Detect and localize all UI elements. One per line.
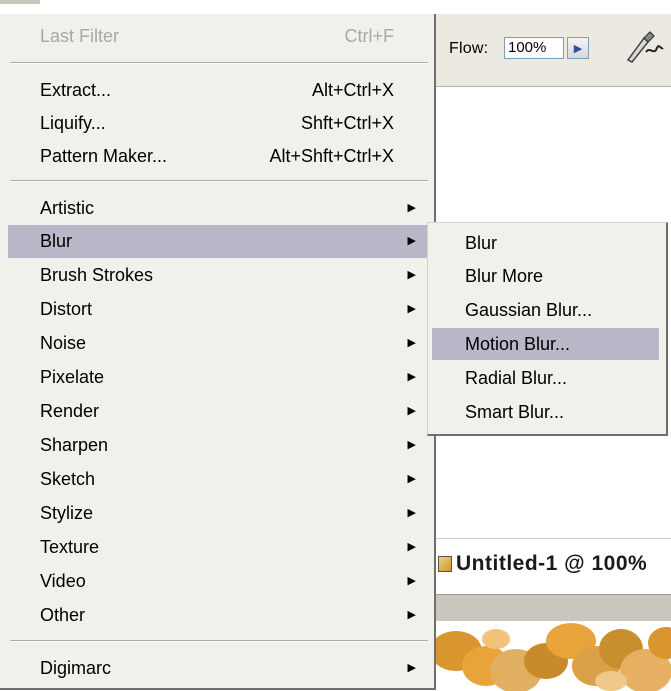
menu-item-label: Last Filter bbox=[40, 26, 120, 46]
flow-label: Flow: bbox=[449, 40, 489, 57]
menu-item-noise[interactable]: Noise ▶ bbox=[8, 327, 428, 360]
menu-item-shortcut: Shft+Ctrl+X bbox=[300, 113, 394, 133]
triangle-right-icon: ▶ bbox=[407, 473, 416, 485]
menu-item-digimarc[interactable]: Digimarc ▶ bbox=[8, 652, 428, 685]
menu-bar-accent bbox=[0, 0, 40, 4]
canvas-paint-strokes bbox=[436, 621, 671, 691]
menu-item-label: Pattern Maker... bbox=[40, 146, 168, 166]
triangle-right-icon: ▶ bbox=[407, 303, 416, 315]
menu-item-label: Liquify... bbox=[40, 113, 106, 133]
triangle-right-icon: ▶ bbox=[407, 202, 416, 214]
menu-item-liquify[interactable]: Liquify... Shft+Ctrl+X bbox=[8, 107, 428, 140]
menu-item-label: Pixelate bbox=[40, 367, 105, 387]
document-icon bbox=[438, 556, 452, 572]
menu-item-pixelate[interactable]: Pixelate ▶ bbox=[8, 361, 428, 394]
menu-item-render[interactable]: Render ▶ bbox=[8, 395, 428, 428]
menu-item-video[interactable]: Video ▶ bbox=[8, 565, 428, 598]
submenu-item-label: Radial Blur... bbox=[465, 368, 568, 388]
flyout-arrow-icon: ▶ bbox=[573, 42, 583, 55]
submenu-item-label: Gaussian Blur... bbox=[465, 300, 593, 320]
triangle-right-icon: ▶ bbox=[407, 507, 416, 519]
flow-input[interactable]: 100% bbox=[504, 37, 564, 59]
menu-item-sharpen[interactable]: Sharpen ▶ bbox=[8, 429, 428, 462]
submenu-item-label: Motion Blur... bbox=[465, 334, 571, 354]
menu-item-label: Noise bbox=[40, 333, 87, 353]
menu-item-blur[interactable]: Blur ▶ bbox=[8, 225, 428, 258]
airbrush-icon[interactable] bbox=[624, 28, 664, 64]
menu-item-label: Other bbox=[40, 605, 86, 625]
triangle-right-icon: ▶ bbox=[407, 609, 416, 621]
menu-separator bbox=[10, 62, 428, 64]
triangle-right-icon: ▶ bbox=[407, 405, 416, 417]
menu-item-stylize[interactable]: Stylize ▶ bbox=[8, 497, 428, 530]
menu-item-artistic[interactable]: Artistic ▶ bbox=[8, 192, 428, 225]
submenu-item-gaussian-blur[interactable]: Gaussian Blur... bbox=[432, 294, 659, 326]
menu-item-label: Video bbox=[40, 571, 86, 591]
triangle-right-icon: ▶ bbox=[407, 371, 416, 383]
menu-item-label: Stylize bbox=[40, 503, 94, 523]
document-toolbar bbox=[436, 594, 671, 622]
menu-item-distort[interactable]: Distort ▶ bbox=[8, 293, 428, 326]
triangle-right-icon: ▶ bbox=[407, 269, 416, 281]
menu-item-label: Blur bbox=[40, 231, 73, 251]
submenu-item-blur-more[interactable]: Blur More bbox=[432, 260, 659, 292]
submenu-item-motion-blur[interactable]: Motion Blur... bbox=[432, 328, 659, 360]
triangle-right-icon: ▶ bbox=[407, 541, 416, 553]
menu-item-texture[interactable]: Texture ▶ bbox=[8, 531, 428, 564]
submenu-item-label: Smart Blur... bbox=[465, 402, 565, 422]
canvas[interactable] bbox=[436, 621, 671, 691]
menu-item-label: Render bbox=[40, 401, 100, 421]
document-title: Untitled-1 @ 100% bbox=[456, 552, 648, 575]
menu-item-last-filter[interactable]: Last Filter Ctrl+F bbox=[8, 20, 428, 53]
menu-item-label: Texture bbox=[40, 537, 100, 557]
triangle-right-icon: ▶ bbox=[407, 439, 416, 451]
submenu-item-radial-blur[interactable]: Radial Blur... bbox=[432, 362, 659, 394]
menu-item-extract[interactable]: Extract... Alt+Ctrl+X bbox=[8, 74, 428, 107]
menu-item-label: Digimarc bbox=[40, 658, 112, 678]
submenu-item-label: Blur bbox=[465, 233, 498, 253]
flow-flyout-button[interactable]: ▶ bbox=[567, 37, 589, 59]
menu-item-label: Sketch bbox=[40, 469, 96, 489]
menu-item-other[interactable]: Other ▶ bbox=[8, 599, 428, 632]
triangle-right-icon: ▶ bbox=[407, 337, 416, 349]
menu-separator bbox=[10, 180, 428, 182]
menu-item-sketch[interactable]: Sketch ▶ bbox=[8, 463, 428, 496]
submenu-item-smart-blur[interactable]: Smart Blur... bbox=[432, 396, 659, 428]
triangle-right-icon: ▶ bbox=[407, 575, 416, 587]
triangle-right-icon: ▶ bbox=[407, 662, 416, 674]
menu-separator bbox=[10, 640, 428, 642]
menu-item-label: Distort bbox=[40, 299, 93, 319]
filter-menu: Last Filter Ctrl+F Extract... Alt+Ctrl+X… bbox=[0, 14, 436, 690]
menu-item-pattern-maker[interactable]: Pattern Maker... Alt+Shft+Ctrl+X bbox=[8, 140, 428, 173]
menu-item-label: Brush Strokes bbox=[40, 265, 154, 285]
menu-item-brush-strokes[interactable]: Brush Strokes ▶ bbox=[8, 259, 428, 292]
menu-item-label: Extract... bbox=[40, 80, 112, 100]
menu-item-label: Artistic bbox=[40, 198, 94, 218]
menu-item-label: Sharpen bbox=[40, 435, 109, 455]
menu-bar-strip bbox=[0, 0, 671, 14]
menu-item-shortcut: Alt+Ctrl+X bbox=[311, 80, 394, 100]
menu-item-shortcut: Ctrl+F bbox=[344, 26, 395, 46]
menu-item-shortcut: Alt+Shft+Ctrl+X bbox=[269, 146, 394, 166]
blur-submenu: Blur Blur More Gaussian Blur... Motion B… bbox=[427, 222, 668, 436]
triangle-right-icon: ▶ bbox=[407, 235, 416, 247]
submenu-item-blur[interactable]: Blur bbox=[432, 227, 659, 259]
submenu-item-label: Blur More bbox=[465, 266, 544, 286]
photoshop-window: Flow: 100% ▶ Untitled-1 @ 100% Last Filt… bbox=[0, 0, 671, 691]
